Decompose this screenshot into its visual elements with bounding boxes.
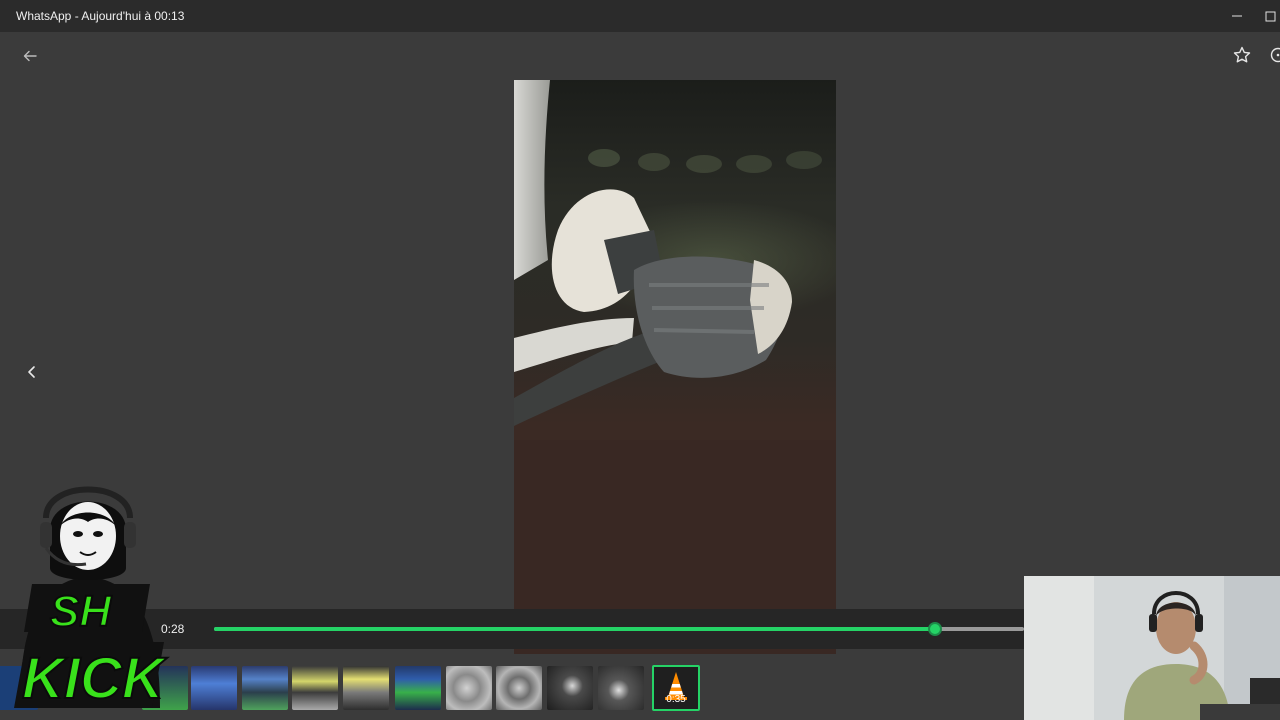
logo-text-line2: KICK bbox=[22, 646, 168, 711]
maximize-icon bbox=[1265, 11, 1276, 22]
thumbnail-4[interactable] bbox=[242, 666, 288, 710]
window-title: WhatsApp - Aujourd'hui à 00:13 bbox=[16, 9, 185, 23]
thumbnail-6[interactable] bbox=[343, 666, 389, 710]
video-content bbox=[514, 80, 836, 654]
thumbnail-8[interactable] bbox=[446, 666, 492, 710]
thumbnail-11[interactable] bbox=[598, 666, 644, 710]
maximize-button[interactable] bbox=[1260, 0, 1280, 32]
more-button[interactable] bbox=[1268, 43, 1280, 67]
seek-handle[interactable] bbox=[927, 622, 942, 636]
thumbnail-selected[interactable]: 0:35 bbox=[652, 665, 700, 711]
video-frame[interactable] bbox=[514, 80, 836, 654]
minimize-button[interactable] bbox=[1214, 0, 1260, 32]
chevron-left-icon bbox=[28, 366, 35, 378]
more-icon bbox=[1270, 47, 1280, 63]
thumbnail-5[interactable] bbox=[292, 666, 338, 710]
thumbnail-7[interactable] bbox=[395, 666, 441, 710]
webcam-feed bbox=[1024, 576, 1280, 720]
seek-bar-progress bbox=[214, 627, 935, 631]
minimize-icon bbox=[1232, 15, 1242, 17]
thumbnail-10[interactable] bbox=[547, 666, 593, 710]
back-button[interactable] bbox=[18, 44, 42, 68]
star-icon bbox=[1233, 46, 1251, 63]
seek-bar[interactable] bbox=[214, 627, 1024, 631]
thumbnail-3[interactable] bbox=[191, 666, 237, 710]
title-bar: WhatsApp - Aujourd'hui à 00:13 bbox=[0, 0, 1280, 32]
star-button[interactable] bbox=[1230, 43, 1254, 67]
logo-text-line1: SH bbox=[50, 587, 112, 636]
webcam-overlay bbox=[1024, 576, 1280, 720]
streamer-logo: SH KICK bbox=[0, 472, 175, 720]
thumbnail-9[interactable] bbox=[496, 666, 542, 710]
streamer-mascot-icon: SH KICK bbox=[14, 486, 169, 712]
thumbnail-duration: 0:35 bbox=[666, 694, 686, 705]
arrow-left-icon bbox=[23, 50, 37, 62]
previous-media-button[interactable] bbox=[20, 360, 44, 384]
